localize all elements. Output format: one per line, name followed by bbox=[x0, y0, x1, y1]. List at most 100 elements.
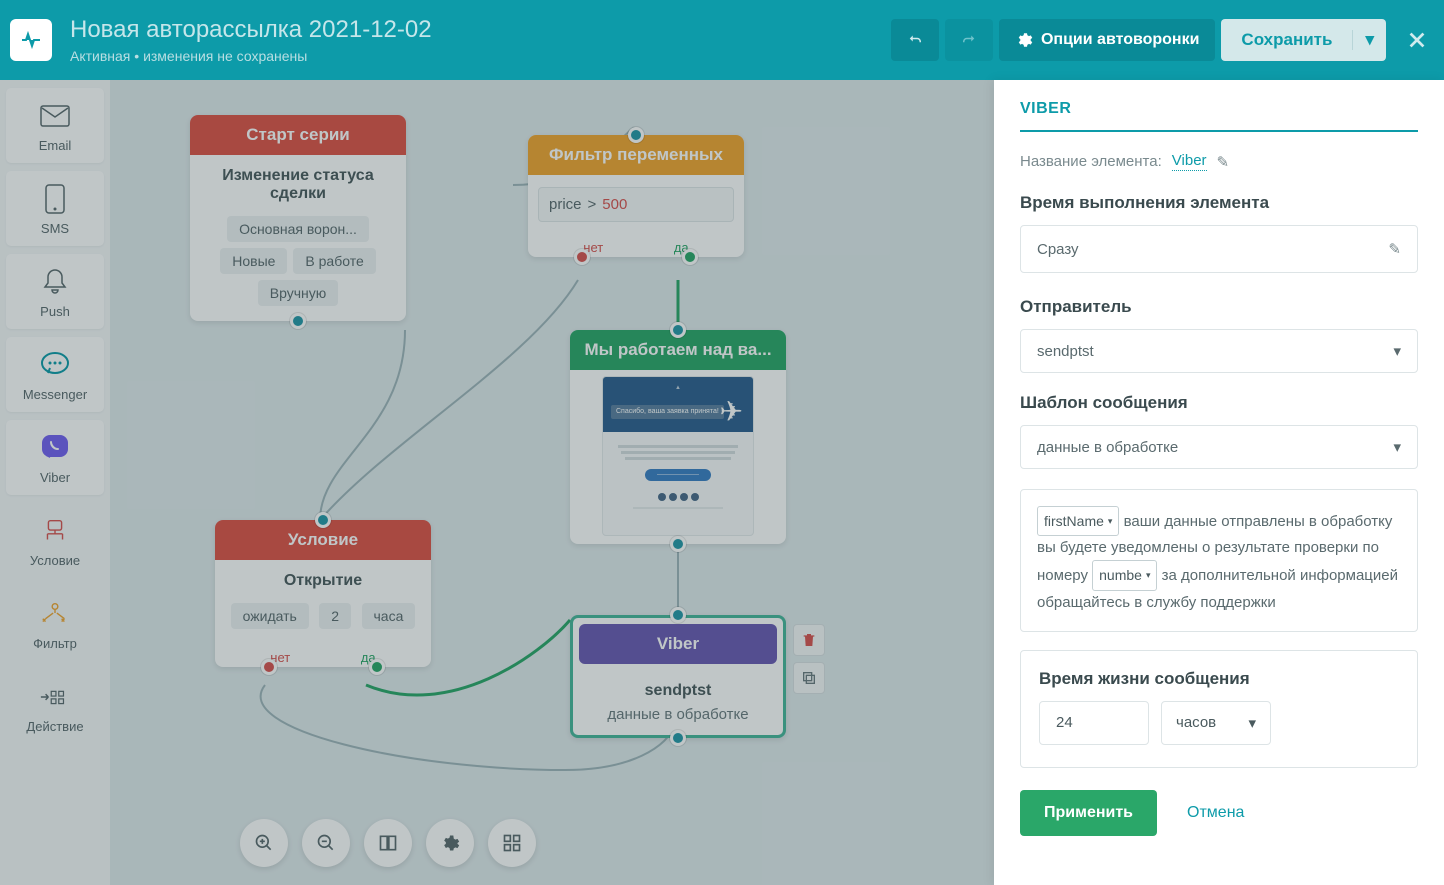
sidebar-item-viber[interactable]: Viber bbox=[6, 420, 104, 495]
gear-icon bbox=[1015, 31, 1033, 49]
zoom-in-button[interactable] bbox=[240, 819, 288, 867]
sidebar-item-filter[interactable]: Фильтр bbox=[6, 586, 104, 661]
sms-icon bbox=[39, 183, 71, 215]
port-out[interactable] bbox=[670, 730, 686, 746]
branch-labels: нет да bbox=[215, 644, 431, 667]
sidebar-item-label: Email bbox=[39, 138, 72, 153]
book-icon bbox=[378, 833, 398, 853]
edit-name-button[interactable]: ✎ bbox=[1217, 153, 1230, 171]
template-select[interactable]: данные в обработке ▾ bbox=[1020, 425, 1418, 469]
filter-icon bbox=[39, 598, 71, 630]
sidebar-item-label: Условие bbox=[30, 553, 80, 568]
apply-button[interactable]: Применить bbox=[1020, 790, 1157, 836]
zoom-out-button[interactable] bbox=[302, 819, 350, 867]
port-yes[interactable] bbox=[369, 659, 385, 675]
node-email[interactable]: Мы работаем над ва... ▲ Спасибо, ваша за… bbox=[570, 330, 786, 544]
trash-icon bbox=[801, 632, 817, 648]
save-button[interactable]: Сохранить ▾ bbox=[1221, 19, 1386, 61]
node-actions bbox=[793, 624, 825, 694]
filter-value: 500 bbox=[602, 196, 627, 213]
tag: В работе bbox=[293, 248, 375, 274]
port-in[interactable] bbox=[670, 322, 686, 338]
sidebar-item-label: Viber bbox=[40, 470, 70, 485]
timing-input[interactable]: Сразу ✎ bbox=[1020, 225, 1418, 273]
panel-title: VIBER bbox=[1020, 100, 1418, 132]
element-name-label: Название элемента: bbox=[1020, 153, 1162, 170]
node-header: Viber bbox=[579, 624, 777, 664]
port-no[interactable] bbox=[261, 659, 277, 675]
node-filter[interactable]: Фильтр переменных price > 500 нет да bbox=[528, 135, 744, 257]
sidebar-item-condition[interactable]: Условие bbox=[6, 503, 104, 578]
sidebar-item-email[interactable]: Email bbox=[6, 88, 104, 163]
variable-number[interactable]: numbe▾ bbox=[1092, 560, 1157, 590]
app-header: Новая авторассылка 2021-12-02 Активная •… bbox=[0, 0, 1444, 80]
undo-icon bbox=[906, 31, 924, 49]
timing-label: Время выполнения элемента bbox=[1020, 193, 1418, 213]
port-yes[interactable] bbox=[682, 249, 698, 265]
port-out[interactable] bbox=[290, 313, 306, 329]
undo-button[interactable] bbox=[891, 19, 939, 61]
panel-actions: Применить Отмена bbox=[1020, 790, 1418, 836]
ttl-unit-value: часов bbox=[1176, 714, 1216, 731]
app-logo bbox=[10, 19, 52, 61]
node-body: sendptst данные в обработке bbox=[573, 670, 783, 735]
port-in[interactable] bbox=[670, 607, 686, 623]
sidebar-item-messenger[interactable]: Messenger bbox=[6, 337, 104, 412]
element-name-value[interactable]: Viber bbox=[1172, 152, 1207, 171]
chevron-down-icon: ▾ bbox=[1108, 514, 1113, 528]
sidebar-item-action[interactable]: Действие bbox=[6, 669, 104, 744]
ttl-value-input[interactable] bbox=[1039, 701, 1149, 745]
elements-sidebar: Email SMS Push Messenger Viber Условие Ф… bbox=[0, 80, 110, 885]
action-icon bbox=[39, 681, 71, 713]
sender-label: Отправитель bbox=[1020, 297, 1418, 317]
message-preview: firstName▾ ваши данные отправлены в обра… bbox=[1020, 489, 1418, 632]
port-in[interactable] bbox=[315, 512, 331, 528]
save-button-main[interactable]: Сохранить bbox=[1221, 30, 1353, 50]
delete-node-button[interactable] bbox=[793, 624, 825, 656]
funnel-options-button[interactable]: Опции автоворонки bbox=[999, 19, 1215, 61]
node-start[interactable]: Старт серии Изменение статуса сделки Осн… bbox=[190, 115, 406, 321]
email-thank-text: Спасибо, ваша заявка принята! bbox=[611, 405, 724, 419]
canvas-toolbar bbox=[240, 819, 536, 867]
node-condition[interactable]: Условие Открытие ожидать 2 часа нет да bbox=[215, 520, 431, 667]
sidebar-item-push[interactable]: Push bbox=[6, 254, 104, 329]
messenger-icon bbox=[39, 349, 71, 381]
options-label: Опции автоворонки bbox=[1041, 31, 1199, 49]
sidebar-item-label: Действие bbox=[26, 719, 83, 734]
sender-select[interactable]: sendptst ▾ bbox=[1020, 329, 1418, 373]
header-title-area: Новая авторассылка 2021-12-02 Активная •… bbox=[70, 16, 891, 64]
ttl-label: Время жизни сообщения bbox=[1039, 669, 1399, 689]
port-no[interactable] bbox=[574, 249, 590, 265]
redo-button[interactable] bbox=[945, 19, 993, 61]
layout-button[interactable] bbox=[488, 819, 536, 867]
variable-firstname[interactable]: firstName▾ bbox=[1037, 506, 1119, 536]
close-button[interactable] bbox=[1400, 23, 1434, 57]
settings-button[interactable] bbox=[426, 819, 474, 867]
template-label: Шаблон сообщения bbox=[1020, 393, 1418, 413]
port-in[interactable] bbox=[628, 127, 644, 143]
node-viber[interactable]: Viber sendptst данные в обработке bbox=[570, 615, 786, 738]
filter-condition: price > 500 bbox=[538, 187, 734, 222]
sender-value: sendptst bbox=[1037, 343, 1094, 360]
copy-node-button[interactable] bbox=[793, 662, 825, 694]
zoom-in-icon bbox=[254, 833, 274, 853]
page-title: Новая авторассылка 2021-12-02 bbox=[70, 16, 891, 44]
node-body: Изменение статуса сделки Основная ворон.… bbox=[190, 155, 406, 321]
close-icon bbox=[1406, 29, 1428, 51]
chevron-down-icon: ▾ bbox=[1146, 568, 1151, 582]
ttl-unit-select[interactable]: часов ▾ bbox=[1161, 701, 1271, 745]
cancel-button[interactable]: Отмена bbox=[1187, 804, 1244, 822]
template-value: данные в обработке bbox=[1037, 439, 1178, 456]
guide-button[interactable] bbox=[364, 819, 412, 867]
email-icon bbox=[39, 100, 71, 132]
viber-desc: данные в обработке bbox=[583, 706, 773, 723]
tag: ожидать bbox=[231, 603, 309, 629]
viber-icon bbox=[39, 432, 71, 464]
properties-panel: VIBER Название элемента: Viber ✎ Время в… bbox=[994, 80, 1444, 885]
sidebar-item-label: Messenger bbox=[23, 387, 87, 402]
save-button-dropdown[interactable]: ▾ bbox=[1353, 30, 1386, 50]
port-out[interactable] bbox=[670, 536, 686, 552]
ttl-section: Время жизни сообщения часов ▾ bbox=[1020, 650, 1418, 768]
sidebar-item-label: Фильтр bbox=[33, 636, 77, 651]
sidebar-item-sms[interactable]: SMS bbox=[6, 171, 104, 246]
